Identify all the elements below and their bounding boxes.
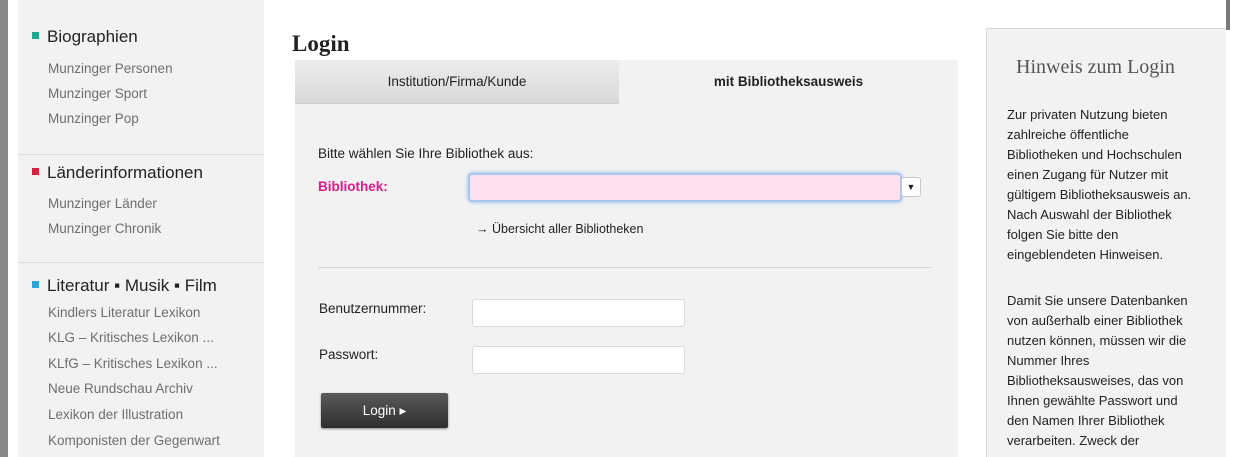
sidebar-divider (18, 154, 264, 155)
info-text-line: folgen Sie bitte den (1007, 227, 1119, 242)
sidebar-divider (18, 262, 264, 263)
password-label: Passwort: (319, 347, 379, 362)
info-text-line: den Namen Ihrer Bibliothek (1007, 413, 1165, 428)
chevron-down-icon[interactable]: ▼ (901, 177, 921, 197)
square-bullet-icon (32, 32, 39, 40)
info-text-line: gültigem Bibliotheksausweis an. (1007, 187, 1192, 202)
info-text-line: Bibliotheksausweises, das von (1007, 373, 1184, 388)
sidebar-heading-biographien[interactable]: Biographien (32, 27, 138, 47)
sidebar-item[interactable]: Komponisten der Gegenwart (48, 433, 220, 448)
info-title: Hinweis zum Login (1016, 56, 1175, 78)
info-text-line: verarbeiten. Zweck der (1007, 433, 1140, 448)
page-title: Login (292, 31, 350, 56)
sidebar-item[interactable]: Kindlers Literatur Lexikon (48, 305, 200, 320)
library-intro-text: Bitte wählen Sie Ihre Bibliothek aus: (318, 146, 534, 161)
info-text-line: Bibliotheken und Hochschulen (1007, 147, 1182, 162)
info-text-line: einen Zugang für Nutzer mit (1007, 167, 1169, 182)
sidebar-item[interactable]: Lexikon der Illustration (48, 407, 183, 422)
tab-library-card[interactable]: mit Bibliotheksausweis (619, 60, 958, 104)
info-text-line: Ihnen gewählte Passwort und (1007, 393, 1178, 408)
login-button[interactable]: Login ▸ (321, 393, 448, 428)
form-divider (318, 267, 931, 268)
library-label: Bibliothek: (318, 179, 388, 194)
library-select[interactable] (468, 173, 902, 202)
sidebar-item[interactable]: Neue Rundschau Archiv (48, 381, 193, 396)
sidebar-item[interactable]: Munzinger Pop (48, 111, 139, 126)
password-field[interactable] (472, 346, 685, 374)
info-text-line: Nach Auswahl der Bibliothek (1007, 207, 1172, 222)
sidebar: Biographien Munzinger Personen Munzinger… (18, 0, 264, 457)
right-edge-bar (1226, 0, 1230, 30)
info-text-line: Nummer Ihres (1007, 353, 1090, 368)
sidebar-heading-literatur-musik-film[interactable]: Literatur ▪ Musik ▪ Film (32, 276, 217, 296)
sidebar-item[interactable]: Munzinger Länder (48, 196, 157, 211)
library-overview-link[interactable]: → Übersicht aller Bibliotheken (476, 222, 643, 236)
sidebar-item[interactable]: KLG – Kritisches Lexikon ... (48, 330, 214, 345)
user-number-label: Benutzernummer: (319, 301, 427, 316)
sidebar-item[interactable]: Munzinger Chronik (48, 221, 161, 236)
sidebar-item[interactable]: Munzinger Personen (48, 61, 173, 76)
square-bullet-icon (32, 168, 39, 176)
info-text-line: Damit Sie unsere Datenbanken (1007, 293, 1188, 308)
info-text-line: eingeblendeten Hinweisen. (1007, 247, 1164, 262)
sidebar-item[interactable]: KLfG – Kritisches Lexikon ... (48, 356, 218, 371)
info-text-line: von außerhalb einer Bibliothek (1007, 313, 1183, 328)
info-text-line: nutzen können, müssen wir die (1007, 333, 1187, 348)
user-number-field[interactable] (472, 299, 685, 327)
sidebar-heading-laenderinformationen[interactable]: Länderinformationen (32, 163, 203, 183)
sidebar-item[interactable]: Munzinger Sport (48, 86, 147, 101)
left-edge-bar (0, 0, 8, 457)
tab-institution[interactable]: Institution/Firma/Kunde (295, 60, 619, 104)
square-bullet-icon (32, 281, 39, 289)
info-text-line: zahlreiche öffentliche (1007, 127, 1129, 142)
info-text-line: Zur privaten Nutzung bieten (1007, 107, 1168, 122)
login-tabs: Institution/Firma/Kunde mit Bibliotheksa… (295, 60, 958, 104)
